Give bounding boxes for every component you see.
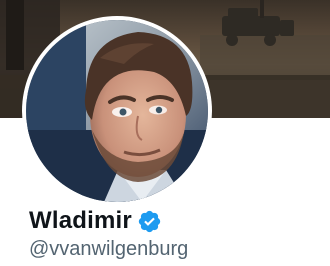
- verified-badge-icon[interactable]: [137, 209, 162, 234]
- profile-header: Wladimir @vvanwilgenburg: [0, 0, 330, 266]
- avatar[interactable]: [26, 20, 208, 202]
- user-handle: @vvanwilgenburg: [29, 238, 189, 260]
- name-row: Wladimir: [29, 206, 162, 236]
- display-name: Wladimir: [29, 207, 132, 234]
- avatar-photo: [26, 20, 208, 202]
- avatar-ring[interactable]: [22, 16, 212, 206]
